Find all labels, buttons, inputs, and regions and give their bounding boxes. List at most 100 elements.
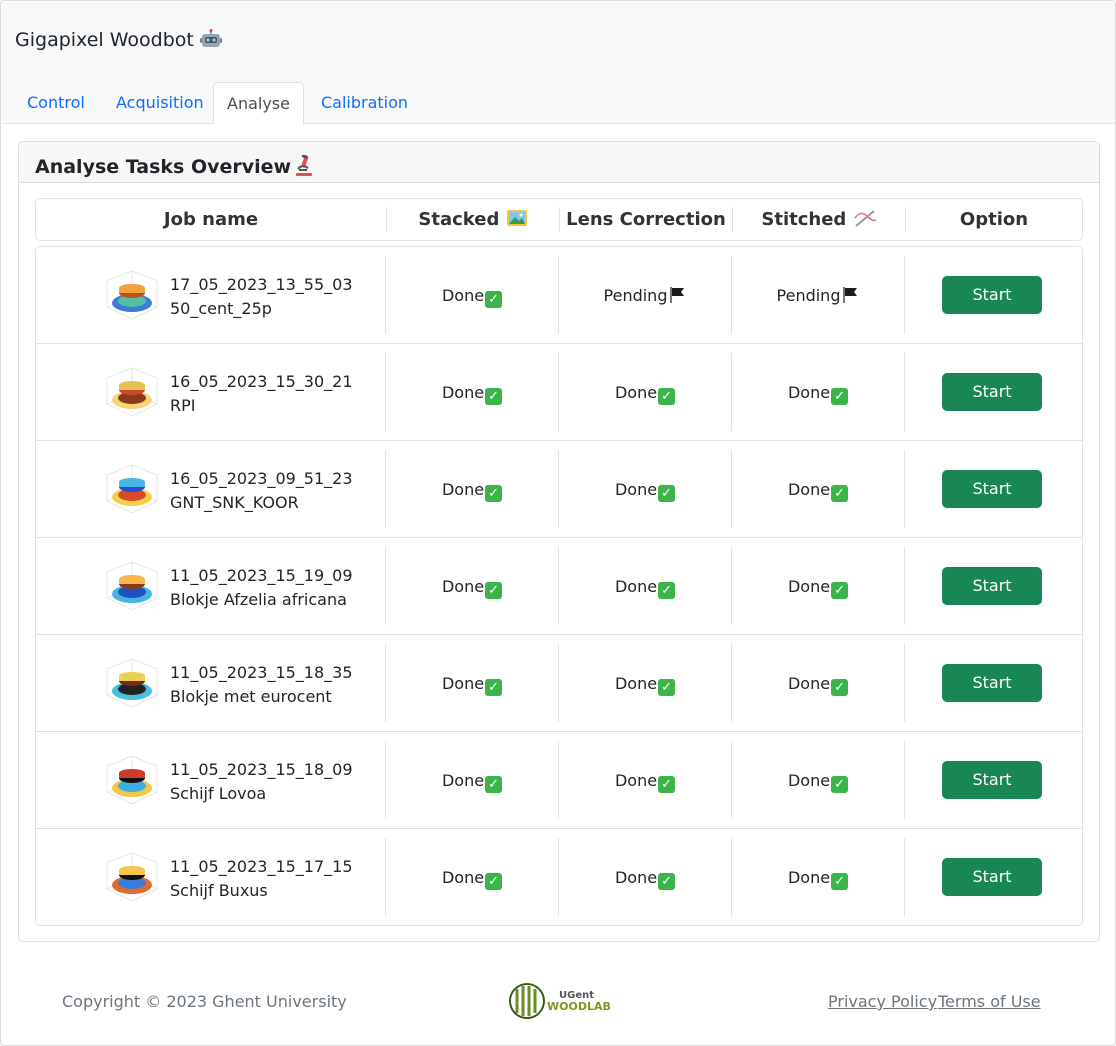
job-label: Blokje met eurocent [170,687,332,706]
stacked-status: Done ✓ [386,576,558,599]
stitched-status: Pending [732,285,904,307]
job-name-cell: 11_05_2023_15_17_15 Schijf Buxus [170,855,353,903]
lens_correction-status-text: Done [614,577,658,596]
privacy-policy-link[interactable]: Privacy Policy [828,992,937,1011]
stitched-status-text: Done [787,771,831,790]
table-row: 11_05_2023_15_19_09 Blokje Afzelia afric… [36,538,1082,635]
check-icon: ✓ [658,776,676,793]
lens-correction-status: Done ✓ [559,576,731,599]
stacked-status: Done ✓ [386,285,558,308]
lens-correction-status: Done ✓ [559,479,731,502]
tab-control[interactable]: Control [11,82,101,124]
check-icon: ✓ [658,679,676,696]
job-name-cell: 11_05_2023_15_19_09 Blokje Afzelia afric… [170,564,353,612]
col-option: Option [959,209,1029,230]
stacked-status: Done ✓ [386,770,558,793]
stacked-status-text: Done [441,383,485,402]
lens-correction-status: Done ✓ [559,673,731,696]
woodlab-logo: UGent WOODLAB [507,981,611,1021]
stitched-status: Done ✓ [732,382,904,405]
start-button[interactable]: Start [942,276,1042,314]
stacked-status: Done ✓ [386,673,558,696]
col-stitched: Stitched [733,199,905,240]
job-name-cell: 11_05_2023_15_18_35 Blokje met eurocent [170,661,353,709]
flag-icon [842,286,859,304]
stitched-status-text: Done [787,383,831,402]
job-id: 11_05_2023_15_18_35 [170,663,353,682]
stitched-status-text: Pending [776,286,841,305]
job-name-cell: 17_05_2023_13_55_03 50_cent_25p [170,273,353,321]
stitched-status-text: Done [787,868,831,887]
job-id: 17_05_2023_13_55_03 [170,275,353,294]
check-icon: ✓ [485,873,503,890]
job-label: 50_cent_25p [170,299,272,318]
check-icon: ✓ [485,291,503,308]
tab-analyse[interactable]: Analyse [213,82,304,125]
check-icon: ✓ [831,679,849,696]
job-label: RPI [170,396,196,415]
col-stitched-label: Stitched [761,209,847,230]
check-icon: ✓ [485,776,503,793]
card-title: Analyse Tasks Overview [35,151,314,178]
stitched-status-text: Done [787,674,831,693]
job-label: Schijf Lovoa [170,784,267,803]
stacked-status-text: Done [441,480,485,499]
lens_correction-status-text: Pending [603,286,668,305]
flag-icon [669,286,686,304]
app-window: Gigapixel Woodbot Control Acquisition An… [0,0,1116,1046]
stacked-status-text: Done [441,674,485,693]
app-title: Gigapixel Woodbot [15,26,222,51]
stacked-status: Done ✓ [386,382,558,405]
microscope-icon [294,154,314,177]
check-icon: ✓ [658,388,676,405]
job-thumbnail [103,655,161,713]
check-icon: ✓ [485,582,503,599]
table-row: 11_05_2023_15_18_09 Schijf Lovoa Done ✓ D… [36,732,1082,829]
table-row: 17_05_2023_13_55_03 50_cent_25p Done ✓ Pe… [36,247,1082,344]
job-label: GNT_SNK_KOOR [170,493,299,512]
table-row: 11_05_2023_15_18_35 Blokje met eurocent … [36,635,1082,732]
job-thumbnail [103,558,161,616]
start-button[interactable]: Start [942,373,1042,411]
job-thumbnail [103,752,161,810]
lens_correction-status-text: Done [614,480,658,499]
tab-acquisition[interactable]: Acquisition [100,82,220,124]
lens-correction-status: Done ✓ [559,770,731,793]
stacked-status-text: Done [441,868,485,887]
check-icon: ✓ [831,873,849,890]
card-header: Analyse Tasks Overview [19,142,1099,183]
terms-of-use-link[interactable]: Terms of Use [938,992,1041,1011]
lens_correction-status-text: Done [614,674,658,693]
col-stacked: Stacked [387,199,559,240]
col-job-name: Job name [163,209,259,230]
start-button[interactable]: Start [942,664,1042,702]
job-name-cell: 11_05_2023_15_18_09 Schijf Lovoa [170,758,353,806]
lens_correction-status-text: Done [614,383,658,402]
start-button[interactable]: Start [942,470,1042,508]
job-label: Schijf Buxus [170,881,268,900]
stitched-status: Done ✓ [732,867,904,890]
stacked-status: Done ✓ [386,867,558,890]
check-icon: ✓ [658,485,676,502]
start-button[interactable]: Start [942,567,1042,605]
check-icon: ✓ [831,582,849,599]
lens-correction-status: Done ✓ [559,867,731,890]
stacked-status: Done ✓ [386,479,558,502]
picture-icon [506,201,528,226]
stitched-status: Done ✓ [732,479,904,502]
table-row: 16_05_2023_15_30_21 RPI Done ✓ Done ✓ Done… [36,344,1082,441]
tab-calibration[interactable]: Calibration [305,82,424,124]
card-title-text: Analyse Tasks Overview [35,156,292,178]
lens_correction-status-text: Done [614,771,658,790]
check-icon: ✓ [831,388,849,405]
stitched-status: Done ✓ [732,673,904,696]
lens-correction-status: Pending [559,285,731,307]
check-icon: ✓ [485,388,503,405]
start-button[interactable]: Start [942,858,1042,896]
stitched-status: Done ✓ [732,770,904,793]
job-thumbnail [103,267,161,325]
start-button[interactable]: Start [942,761,1042,799]
stacked-status-text: Done [441,577,485,596]
col-stacked-label: Stacked [418,209,500,230]
table-header: Job name Stacked Lens Correction Stitche… [35,198,1083,241]
